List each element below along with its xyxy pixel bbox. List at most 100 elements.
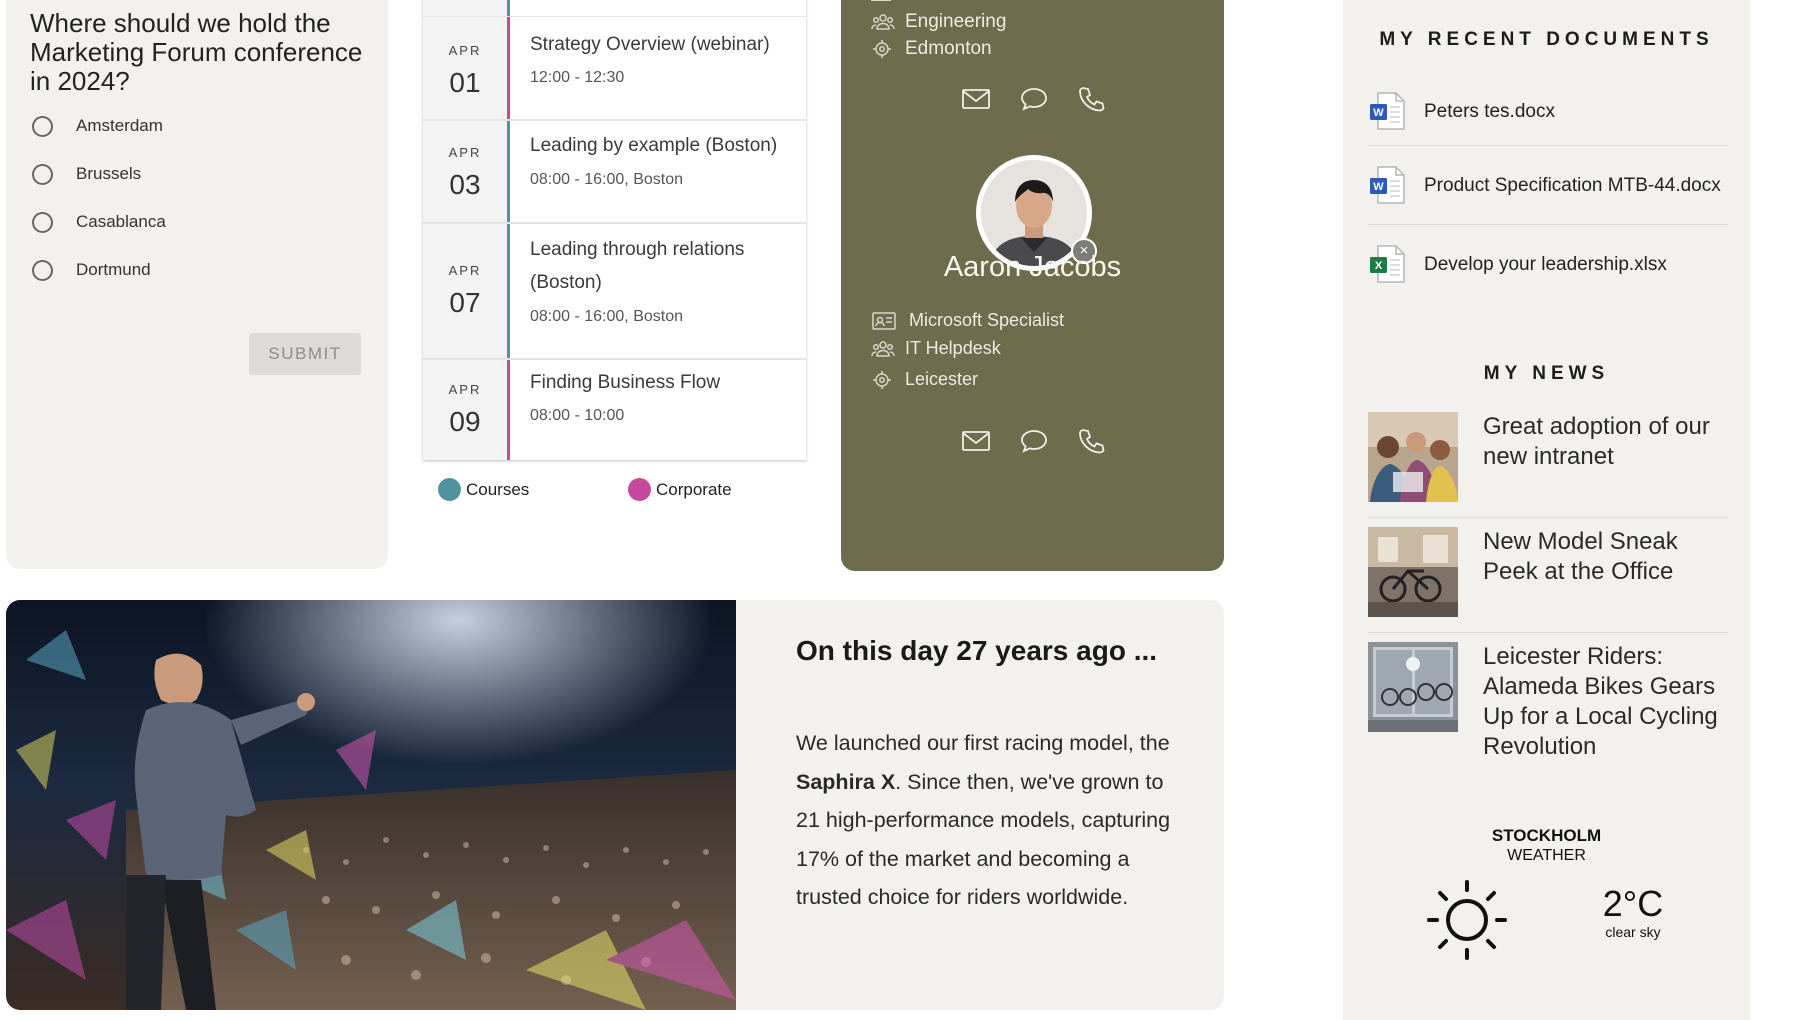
event-item[interactable]: APR 03 Leading by example (Boston) 08:00… [423, 121, 806, 224]
legend-label: Courses [466, 479, 530, 499]
event-date: APR 01 [423, 17, 507, 119]
radio-button[interactable] [32, 163, 53, 185]
news-item[interactable]: Great adoption of our new intranet [1368, 412, 1728, 518]
event-month: APR [448, 263, 482, 278]
event-month: APR [448, 43, 482, 58]
document-item[interactable]: W Product Specification MTB-44.docx [1368, 146, 1728, 225]
document-name: Peters tes.docx [1424, 100, 1555, 122]
event-title[interactable]: Finding Business Flow [530, 366, 792, 399]
event-date: APR 03 [423, 121, 507, 222]
news-title[interactable]: New Model Sneak Peek at the Office [1483, 527, 1733, 587]
excel-doc-icon: X [1370, 245, 1405, 283]
event-date: APR 09 [423, 360, 507, 460]
title-label: Microsoft Specialist [909, 310, 1065, 330]
poll-card: Where should we hold the Marketing Forum… [6, 0, 388, 569]
poll-option-label: Casablanca [76, 212, 166, 231]
news-thumbnail [1368, 412, 1458, 502]
news-title[interactable]: Leicester Riders: Alameda Bikes Gears Up… [1483, 642, 1733, 762]
poll-option-amsterdam[interactable]: Amsterdam [32, 111, 163, 141]
news-title[interactable]: Great adoption of our new intranet [1483, 412, 1733, 472]
document-item[interactable]: W Peters tes.docx [1368, 77, 1728, 146]
event-title[interactable]: Leading through relations (Boston) [530, 233, 792, 299]
weather-condition: clear sky [1605, 924, 1661, 940]
document-name: Product Specification MTB-44.docx [1424, 174, 1721, 196]
events-legend: Courses Corporate [438, 478, 798, 504]
svg-text:W: W [1373, 107, 1384, 119]
radio-button[interactable] [32, 211, 53, 233]
contact-actions [961, 428, 1107, 459]
id-card-icon [871, 0, 891, 1]
location-icon [873, 370, 891, 389]
department-label: Engineering [905, 11, 1007, 32]
news-thumbnail [1368, 642, 1458, 732]
submit-button[interactable]: SUBMIT [249, 333, 361, 375]
right-sidebar: MY RECENT DOCUMENTS W Peters tes.docx W … [1343, 0, 1750, 1020]
poll-question: Where should we hold the Marketing Forum… [30, 8, 363, 96]
department-label: IT Helpdesk [905, 338, 1001, 358]
person-location: Edmonton [871, 38, 992, 60]
event-day: 07 [449, 287, 481, 318]
radio-button[interactable] [32, 259, 53, 281]
group-icon [871, 340, 895, 357]
event-date: APR 07 [423, 224, 507, 358]
event-item[interactable]: APR 07 Leading through relations (Boston… [423, 224, 806, 360]
poll-option-dortmund[interactable]: Dortmund [32, 255, 151, 285]
weather-city: STOCKHOLM [1491, 826, 1602, 845]
on-this-day-heading: On this day 27 years ago ... [796, 635, 1158, 666]
event-day: 03 [449, 169, 481, 200]
mail-icon[interactable] [961, 428, 991, 459]
person-name[interactable]: Aaron Jacobs [841, 251, 1224, 284]
event-item[interactable]: APR 09 Finding Business Flow 08:00 - 10:… [423, 360, 806, 460]
event-time: 08:00 - 10:00 [530, 407, 625, 424]
event-title[interactable]: Strategy Overview (webinar) [530, 28, 792, 61]
person-location: Leicester [871, 369, 978, 390]
phone-icon[interactable] [1077, 86, 1107, 117]
poll-option-label: Amsterdam [76, 116, 163, 135]
event-item[interactable]: APR 01 Strategy Overview (webinar) 12:00… [423, 17, 806, 121]
poll-option-casablanca[interactable]: Casablanca [32, 207, 166, 237]
event-time: 08:00 - 16:00, Boston [530, 171, 683, 188]
news-thumbnail [1368, 527, 1458, 617]
legend-dot [438, 478, 461, 501]
event-item-partial[interactable] [423, 0, 806, 18]
legend-item-corporate: Corporate [628, 478, 732, 501]
group-icon [871, 14, 895, 30]
word-doc-icon: W [1370, 166, 1405, 204]
my-news-heading: MY NEWS [1483, 363, 1610, 384]
document-item[interactable]: X Develop your leadership.xlsx [1368, 225, 1728, 303]
poll-option-label: Dortmund [76, 260, 151, 279]
poll-option-label: Brussels [76, 164, 142, 183]
svg-text:W: W [1373, 181, 1384, 193]
on-this-day-card: On this day 27 years ago ... We launched… [736, 600, 1224, 1010]
location-icon [873, 40, 891, 58]
chat-icon[interactable] [1019, 428, 1049, 459]
news-item[interactable]: New Model Sneak Peek at the Office [1368, 527, 1728, 633]
weather-temperature: 2°C [1602, 883, 1664, 924]
person-department: IT Helpdesk [871, 338, 1001, 359]
event-day: 01 [449, 67, 481, 98]
recent-documents-heading: MY RECENT DOCUMENTS [1379, 29, 1714, 50]
legend-item-courses: Courses [438, 478, 529, 501]
svg-text:X: X [1375, 260, 1383, 272]
event-title[interactable]: Leading by example (Boston) [530, 129, 792, 162]
mail-icon[interactable] [961, 86, 991, 117]
chat-icon[interactable] [1019, 86, 1049, 117]
poll-option-brussels[interactable]: Brussels [32, 159, 141, 189]
news-item[interactable]: Leicester Riders: Alameda Bikes Gears Up… [1368, 642, 1728, 767]
on-this-day-text: We launched our first racing model, the … [796, 731, 1171, 909]
event-month: APR [448, 382, 482, 397]
phone-icon[interactable] [1077, 428, 1107, 459]
event-day: 09 [449, 406, 481, 437]
conference-banner-image [6, 600, 736, 1010]
people-card: Engineering Edmonton × Aaron Jacobs Micr… [841, 0, 1224, 571]
contact-actions [961, 86, 1107, 117]
legend-dot [628, 478, 651, 501]
sun-icon [1427, 880, 1507, 960]
weather-label: WEATHER [1507, 847, 1586, 864]
document-name: Develop your leadership.xlsx [1424, 253, 1667, 275]
event-month: APR [448, 145, 482, 160]
location-label: Edmonton [905, 38, 992, 59]
radio-button[interactable] [32, 115, 53, 137]
word-doc-icon: W [1370, 92, 1405, 130]
person-department: Engineering [871, 11, 1006, 33]
